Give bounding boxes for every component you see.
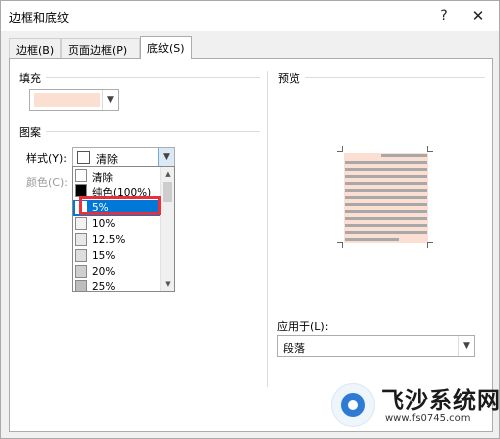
pattern-swatch [75,280,87,291]
preview-text-line [345,231,427,234]
preview-text-line [345,161,427,164]
site-watermark: 飞沙系统网 www.fs0745.com [331,377,500,435]
list-item-label: 12.5% [92,234,126,246]
preview-text-line [345,203,427,206]
preview-text-line [345,175,427,178]
preview-text-line [345,224,427,227]
pattern-style-dropdown[interactable]: 清除 ▼ [72,147,175,167]
pattern-swatch [75,249,87,262]
scroll-down-icon[interactable]: ▼ [161,277,174,291]
scroll-up-icon[interactable]: ▲ [161,167,174,181]
tab-shading[interactable]: 底纹(S) [140,36,192,59]
style-swatch [77,151,90,164]
color-label: 颜色(C): [26,176,68,189]
chevron-down-icon[interactable]: ▼ [158,148,174,166]
fill-section-label: 填充 [19,72,41,85]
pattern-swatch [75,217,87,230]
list-scrollbar[interactable]: ▲ ▼ [160,167,174,291]
corner-mark [427,146,433,152]
list-item-label: 10% [92,218,116,230]
dialog-title: 边框和底纹 [9,11,70,25]
corner-mark [337,242,343,248]
pattern-swatch [75,169,87,182]
list-item[interactable]: 25% [73,279,160,292]
watermark-url: www.fs0745.com [385,413,471,424]
style-label: 样式(Y): [26,152,68,165]
vertical-divider [267,71,268,387]
list-item-label: 20% [92,266,116,278]
apply-to-value: 段落 [283,342,305,355]
list-item-label: 25% [92,281,116,292]
borders-and-shading-dialog: 边框和底纹 ? ✕ 边框(B) 页面边框(P) 底纹(S) 填充 ▼ 图案 样式… [0,0,500,439]
fill-color-swatch [34,93,100,107]
preview-text-line [345,210,427,213]
preview-text-line [345,196,427,199]
preview-divider [305,77,485,78]
watermark-title: 飞沙系统网 [381,388,500,414]
globe-logo-icon [331,383,375,427]
preview-text-line [345,182,427,185]
preview-text-line [345,217,427,220]
shading-panel: 填充 ▼ 图案 样式(Y): 清除 ▼ 颜色(C): 清除 纯色(100%) 5… [9,58,493,432]
fill-divider [46,77,260,78]
list-item-label: 15% [92,250,116,262]
scroll-thumb[interactable] [163,182,172,202]
shading-preview [335,144,435,250]
help-button[interactable]: ? [433,6,455,26]
apply-to-dropdown[interactable]: 段落 ▼ [277,335,475,357]
pattern-swatch [75,233,87,246]
title-bar: 边框和底纹 ? ✕ [1,1,499,31]
list-item[interactable]: 清除 [73,168,160,184]
apply-to-label: 应用于(L): [277,320,329,333]
globe-logo-dot [348,400,358,410]
preview-text-line [381,154,427,157]
style-value: 清除 [96,153,118,166]
annotation-highlight-box [79,196,161,215]
list-item[interactable]: 12.5% [73,232,160,248]
tab-page-border[interactable]: 页面边框(P) [61,38,140,58]
list-item[interactable]: 15% [73,248,160,264]
list-item[interactable]: 20% [73,264,160,280]
corner-mark [427,242,433,248]
fill-color-dropdown[interactable]: ▼ [29,89,119,111]
tab-borders[interactable]: 边框(B) [9,38,61,58]
chevron-down-icon[interactable]: ▼ [458,336,474,356]
pattern-style-list[interactable]: 清除 纯色(100%) 5% 10% 12.5% 15% 20% 25% ▲ ▼ [72,166,175,292]
preview-text-line [345,189,427,192]
chevron-down-icon[interactable]: ▼ [102,90,118,110]
preview-section-label: 预览 [278,72,300,85]
list-item[interactable]: 10% [73,216,160,232]
corner-mark [337,146,343,152]
preview-text-line [345,238,399,241]
pattern-swatch [75,265,87,278]
preview-text-line [345,168,427,171]
pattern-section-label: 图案 [19,126,41,139]
close-button[interactable]: ✕ [467,6,489,26]
pattern-divider [46,131,260,132]
